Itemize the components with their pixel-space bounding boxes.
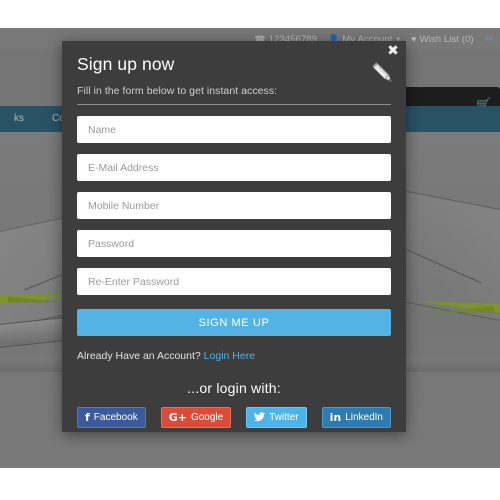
mobile-number-field[interactable] xyxy=(77,192,391,219)
facebook-login-button[interactable]: f Facebook xyxy=(77,407,146,428)
name-field[interactable] xyxy=(77,116,391,143)
password-field[interactable] xyxy=(77,230,391,257)
linkedin-login-button[interactable]: in LinkedIn xyxy=(321,407,391,428)
modal-body: Sign up now Fill in the form below to ge… xyxy=(62,41,406,432)
twitter-label: Twitter xyxy=(269,412,299,423)
facebook-label: Facebook xyxy=(93,412,138,423)
twitter-login-button[interactable]: Twitter xyxy=(246,407,307,428)
modal-subtitle: Fill in the form below to get instant ac… xyxy=(77,85,278,97)
or-login-with-label: ...or login with: xyxy=(187,380,281,396)
linkedin-icon: in xyxy=(329,411,342,424)
screenshot-root: ☎ 123456789 👤 My Account ▾ ♥ Wish List (… xyxy=(0,0,500,500)
twitter-icon xyxy=(254,411,266,424)
google-login-button[interactable]: G+ Google xyxy=(160,407,232,428)
header-divider xyxy=(77,104,391,105)
login-here-link[interactable]: Login Here xyxy=(204,350,255,362)
existing-account-line: Already Have an Account? Login Here xyxy=(77,350,391,362)
social-login-buttons: f Facebook G+ Google Twitter in LinkedIn xyxy=(77,407,391,428)
existing-account-prompt: Already Have an Account? xyxy=(77,350,201,362)
confirm-password-field[interactable] xyxy=(77,268,391,295)
facebook-icon: f xyxy=(85,411,90,424)
pencil-icon xyxy=(372,62,392,82)
google-plus-icon: G+ xyxy=(168,411,187,424)
sign-me-up-button[interactable]: SIGN ME UP xyxy=(77,309,391,336)
google-label: Google xyxy=(190,412,224,423)
email-field[interactable] xyxy=(77,154,391,181)
page-title: Sign up now xyxy=(77,54,175,74)
signup-modal: ✖ Sign up now Fill in the form below to … xyxy=(62,41,406,432)
linkedin-label: LinkedIn xyxy=(345,412,383,423)
